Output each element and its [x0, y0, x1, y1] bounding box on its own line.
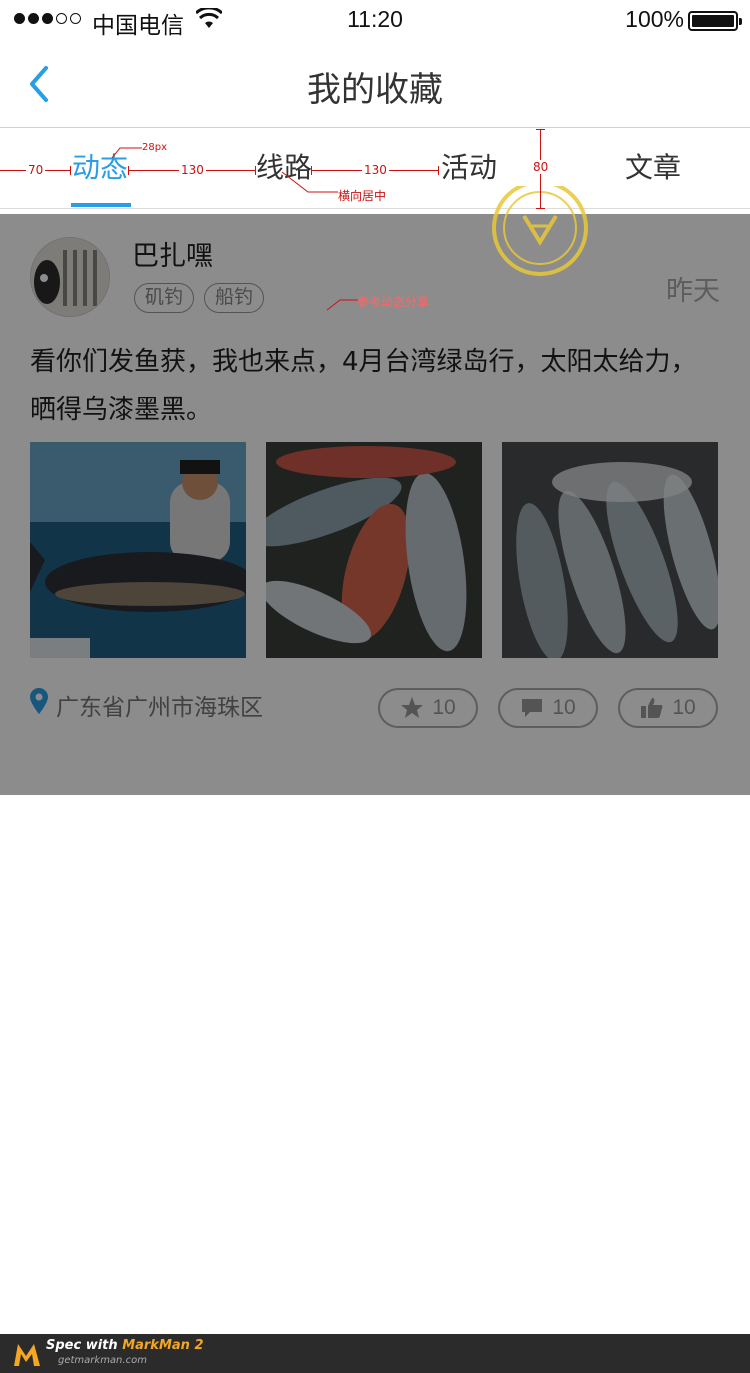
annotation-left-margin: 70: [26, 163, 46, 177]
tab-articles[interactable]: 文章: [625, 129, 681, 209]
comment-icon: [522, 699, 543, 717]
thumbs-up-icon: [641, 698, 663, 718]
page-title: 我的收藏: [307, 70, 443, 110]
annotation-font-size: 28px: [142, 142, 167, 153]
annotation-ref-note: 参考动态分享: [357, 295, 430, 309]
footer-brand: Spec with MarkMan 2: [46, 1338, 204, 1353]
annotation-arrow-icon: [111, 147, 142, 159]
post-tag[interactable]: 船钓: [204, 283, 265, 313]
tab-activities[interactable]: 活动: [441, 129, 497, 209]
post-text: 看你们发鱼获，我也来点，4月台湾绿岛行，太阳太给力，晒得乌漆墨黑。: [30, 347, 697, 425]
post-tag[interactable]: 矶钓: [134, 283, 195, 313]
markman-footer: Spec with MarkMan 2 getmarkman.com: [0, 1334, 750, 1373]
nav-bar: 我的收藏: [0, 40, 750, 128]
location-pin-icon: [30, 688, 48, 714]
status-bar: 中国电信 11:20 100%: [0, 0, 750, 40]
annotation-arrow-icon: [281, 171, 338, 193]
like-count: 10: [672, 696, 696, 719]
annotation-gap-2: 130: [362, 163, 389, 177]
comment-button[interactable]: 10: [498, 688, 598, 728]
star-icon: [401, 697, 424, 718]
footer-url: getmarkman.com: [58, 1355, 147, 1366]
post-photo[interactable]: [30, 442, 246, 658]
markman-logo-icon: [14, 1344, 40, 1366]
post-photo[interactable]: [266, 442, 482, 658]
post-username[interactable]: 巴扎嘿: [132, 234, 213, 273]
favorite-button[interactable]: 10: [378, 688, 478, 728]
post-time: 昨天: [666, 276, 720, 307]
post-photo[interactable]: [502, 442, 718, 658]
battery-percent: 100%: [625, 6, 684, 32]
annotation-arrow-icon: [326, 299, 358, 311]
annotation-gap-1: 130: [179, 163, 206, 177]
comment-count: 10: [552, 696, 576, 719]
annotation-center-note: 横向居中: [338, 189, 387, 203]
post-location: 广东省广州市海珠区: [56, 695, 263, 721]
tab-dynamics[interactable]: 动态: [72, 129, 128, 209]
favorite-count: 10: [432, 696, 456, 719]
like-button[interactable]: 10: [618, 688, 718, 728]
battery-icon: [688, 11, 742, 31]
avatar-image: [31, 238, 109, 316]
annotation-tab-height: 80: [532, 160, 550, 174]
avatar[interactable]: [30, 237, 110, 317]
active-tab-indicator: [71, 203, 131, 207]
